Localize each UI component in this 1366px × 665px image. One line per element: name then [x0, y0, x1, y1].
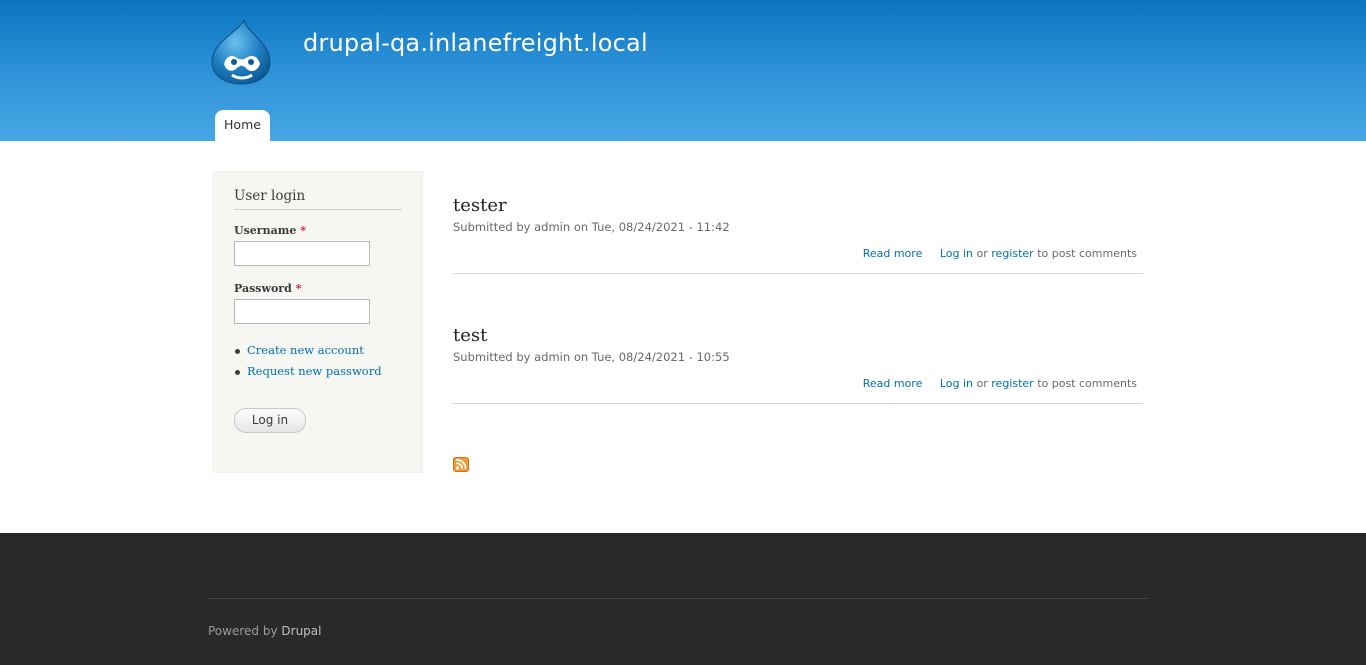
site-header: drupal-qa.inlanefreight.local Home [0, 0, 1366, 142]
list-item: Create new account [234, 343, 382, 364]
rss-feed-icon[interactable] [453, 457, 469, 472]
required-marker: * [295, 282, 302, 295]
username-input[interactable] [234, 241, 370, 266]
drupal-link[interactable]: Drupal [281, 624, 321, 638]
register-link[interactable]: register [991, 247, 1033, 260]
read-more-link[interactable]: Read more [863, 377, 923, 390]
required-marker: * [300, 224, 306, 237]
user-login-block: User login Username * Password * Create … [213, 171, 423, 473]
node-title-link[interactable]: test [453, 325, 487, 346]
drupal-logo-icon[interactable] [210, 18, 272, 86]
divider [453, 273, 1143, 274]
tab-home[interactable]: Home [215, 110, 270, 142]
login-button[interactable]: Log in [234, 408, 306, 433]
divider [453, 403, 1143, 404]
divider [208, 598, 1148, 599]
login-link[interactable]: Log in [940, 247, 973, 260]
node-title-link[interactable]: tester [453, 195, 507, 216]
read-more-link[interactable]: Read more [863, 247, 923, 260]
submitted-info: Submitted by admin on Tue, 08/24/2021 - … [453, 220, 730, 234]
list-item: Request new password [234, 364, 382, 385]
node-teaser: test Submitted by admin on Tue, 08/24/20… [453, 325, 1143, 404]
user-login-title: User login [234, 188, 402, 210]
submitted-info: Submitted by admin on Tue, 08/24/2021 - … [453, 350, 730, 364]
site-name-link[interactable]: drupal-qa.inlanefreight.local [303, 29, 648, 57]
create-account-link[interactable]: Create new account [247, 343, 364, 357]
author-name: admin [534, 220, 571, 234]
node-links: Read more Log in or register to post com… [862, 377, 1137, 390]
password-input[interactable] [234, 299, 370, 324]
site-footer: Powered by Drupal [0, 533, 1366, 665]
node-teaser: tester Submitted by admin on Tue, 08/24/… [453, 195, 1143, 274]
login-links-list: Create new account Request new password [234, 343, 382, 385]
request-password-link[interactable]: Request new password [247, 364, 382, 378]
node-links: Read more Log in or register to post com… [862, 247, 1137, 260]
username-label: Username * [234, 224, 306, 237]
powered-by-text: Powered by Drupal [208, 624, 322, 638]
login-link[interactable]: Log in [940, 377, 973, 390]
password-label: Password * [234, 282, 302, 295]
register-link[interactable]: register [991, 377, 1033, 390]
author-name: admin [534, 350, 571, 364]
